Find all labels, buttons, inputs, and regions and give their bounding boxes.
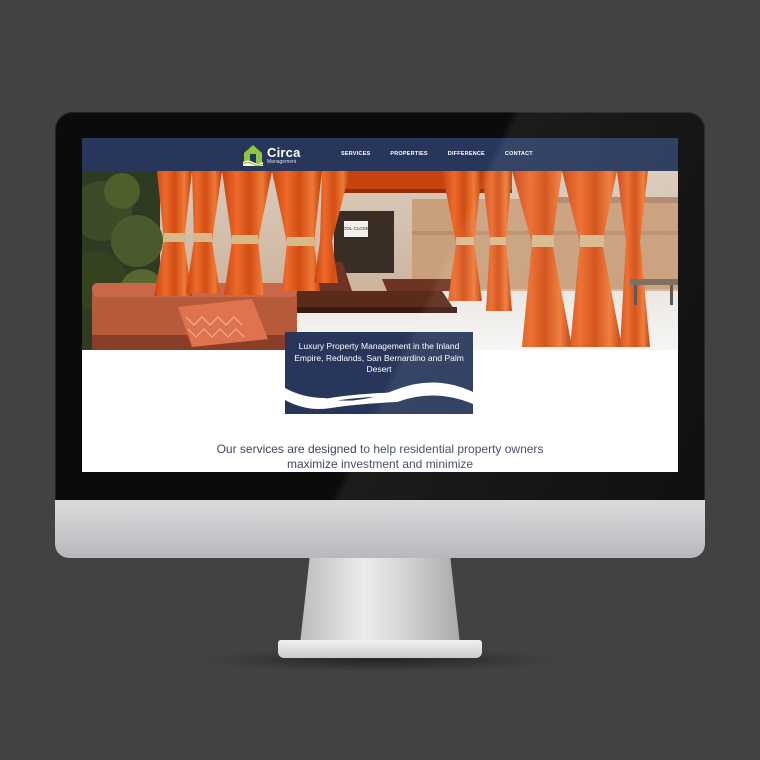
mockup-stage: POOL CLOSED Circa Management SERVICES PR… <box>0 0 760 760</box>
monitor-stand-neck <box>300 558 460 644</box>
nav-difference[interactable]: DIFFERENCE <box>448 151 485 157</box>
logo-name: Circa <box>267 144 301 160</box>
website-screen: POOL CLOSED Circa Management SERVICES PR… <box>82 138 678 472</box>
hero-image: POOL CLOSED <box>82 171 678 350</box>
hero-patio-illustration: POOL CLOSED <box>82 171 678 350</box>
monitor-chin <box>55 500 705 558</box>
hero-callout: Luxury Property Management in the Inland… <box>285 332 473 414</box>
callout-text: Luxury Property Management in the Inland… <box>294 341 464 374</box>
intro-text: Our services are designed to help reside… <box>216 442 544 471</box>
site-header: Circa Management SERVICES PROPERTIES DIF… <box>82 138 678 171</box>
nav-services[interactable]: SERVICES <box>341 151 370 157</box>
site-logo[interactable]: Circa Management <box>242 142 301 168</box>
nav-contact[interactable]: CONTACT <box>505 151 533 157</box>
pool-sign-text: POOL CLOSED <box>340 226 373 231</box>
monitor-stand-foot <box>278 640 482 658</box>
nav-properties[interactable]: PROPERTIES <box>390 151 427 157</box>
main-nav: SERVICES PROPERTIES DIFFERENCE CONTACT <box>341 151 553 157</box>
house-logo-icon <box>242 145 264 167</box>
logo-subtitle: Management <box>267 158 297 165</box>
